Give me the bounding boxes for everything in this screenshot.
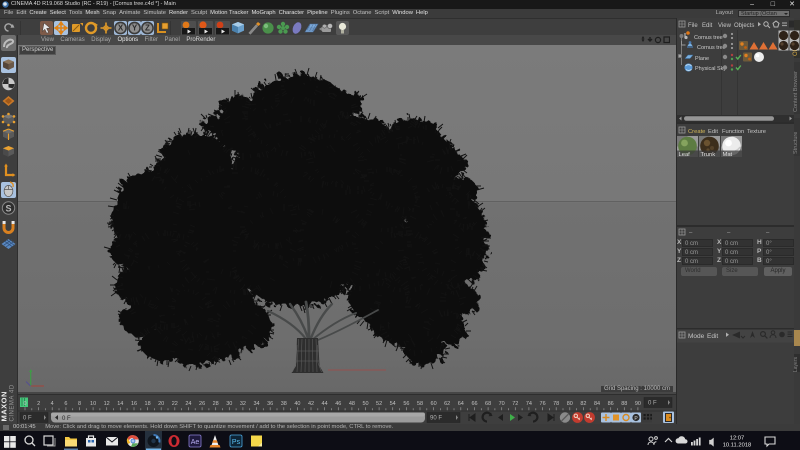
svg-text:Edit: Edit (707, 333, 718, 340)
svg-text:View: View (718, 23, 732, 29)
svg-text:72: 72 (512, 401, 518, 407)
svg-text:0 F: 0 F (23, 416, 32, 422)
svg-text:Structure: Structure (793, 132, 799, 154)
svg-text:Cornus tree: Cornus tree (694, 35, 723, 41)
svg-text:64: 64 (458, 401, 464, 407)
svg-text:File: File (688, 23, 698, 29)
svg-text:10.11.2018: 10.11.2018 (723, 443, 752, 449)
svg-text:14: 14 (117, 401, 123, 407)
svg-text:80: 80 (567, 401, 573, 407)
svg-text:Ae: Ae (191, 439, 200, 446)
svg-text:0 F: 0 F (648, 401, 657, 407)
svg-text:Y: Y (132, 24, 138, 33)
svg-text:X: X (118, 24, 124, 33)
svg-text:22: 22 (172, 401, 178, 407)
svg-text:46: 46 (335, 401, 341, 407)
svg-text:Cornus tree: Cornus tree (697, 45, 726, 51)
svg-text:Edit: Edit (708, 129, 718, 135)
svg-text:Mat: Mat (723, 152, 733, 158)
svg-text:10: 10 (90, 401, 96, 407)
svg-text:32: 32 (240, 401, 246, 407)
svg-text:26: 26 (199, 401, 205, 407)
svg-text:42: 42 (308, 401, 314, 407)
svg-text:52: 52 (376, 401, 382, 407)
svg-text:Edit: Edit (702, 23, 713, 29)
svg-text:34: 34 (253, 401, 259, 407)
svg-text:6: 6 (64, 401, 67, 407)
svg-text:28: 28 (213, 401, 219, 407)
svg-text:–: – (766, 230, 770, 236)
svg-text:Objects: Objects (734, 23, 754, 29)
svg-text:0 F: 0 F (62, 416, 71, 422)
svg-text:8: 8 (78, 401, 81, 407)
svg-text:Texture: Texture (747, 129, 766, 135)
svg-text:Function: Function (722, 129, 744, 135)
svg-text:30: 30 (226, 401, 232, 407)
svg-text:Create: Create (688, 129, 705, 135)
svg-text:Mode: Mode (688, 333, 705, 340)
svg-text:70: 70 (499, 401, 505, 407)
svg-text:–: – (727, 230, 731, 236)
svg-text:18: 18 (145, 401, 151, 407)
svg-text:68: 68 (485, 401, 491, 407)
svg-text:82: 82 (580, 401, 586, 407)
svg-text:Content Browser: Content Browser (793, 71, 799, 112)
svg-text:38: 38 (281, 401, 287, 407)
svg-text:86: 86 (608, 401, 614, 407)
svg-text:56: 56 (403, 401, 409, 407)
svg-text:S: S (5, 203, 11, 213)
svg-text:78: 78 (553, 401, 559, 407)
svg-text:Plane: Plane (695, 56, 709, 62)
svg-text:16: 16 (131, 401, 137, 407)
svg-text:60: 60 (431, 401, 437, 407)
svg-text:Layers: Layers (793, 356, 799, 372)
svg-text:24: 24 (185, 401, 191, 407)
svg-text:0: 0 (23, 401, 26, 407)
svg-text:2: 2 (37, 401, 40, 407)
svg-text:44: 44 (322, 401, 328, 407)
svg-text:62: 62 (444, 401, 450, 407)
svg-text:4: 4 (51, 401, 54, 407)
svg-text:90 F: 90 F (430, 416, 442, 422)
svg-text:Trunk: Trunk (701, 152, 716, 158)
svg-text:54: 54 (390, 401, 396, 407)
svg-text:58: 58 (417, 401, 423, 407)
svg-text:20: 20 (158, 401, 164, 407)
svg-text:40: 40 (294, 401, 300, 407)
svg-text:Physical Sky: Physical Sky (695, 66, 726, 72)
svg-text:Leaf: Leaf (679, 152, 691, 158)
svg-text:76: 76 (540, 401, 546, 407)
svg-text:90: 90 (635, 401, 641, 407)
svg-text:84: 84 (594, 401, 600, 407)
svg-text:66: 66 (471, 401, 477, 407)
svg-text:50: 50 (362, 401, 368, 407)
svg-text:48: 48 (349, 401, 355, 407)
svg-text:Z: Z (145, 24, 150, 33)
svg-text:12:07: 12:07 (730, 436, 745, 442)
svg-text:–: – (689, 230, 693, 236)
svg-text:74: 74 (526, 401, 532, 407)
svg-text:36: 36 (267, 401, 273, 407)
svg-text:88: 88 (621, 401, 627, 407)
svg-text:12: 12 (104, 401, 110, 407)
svg-text:Ps: Ps (232, 439, 241, 446)
